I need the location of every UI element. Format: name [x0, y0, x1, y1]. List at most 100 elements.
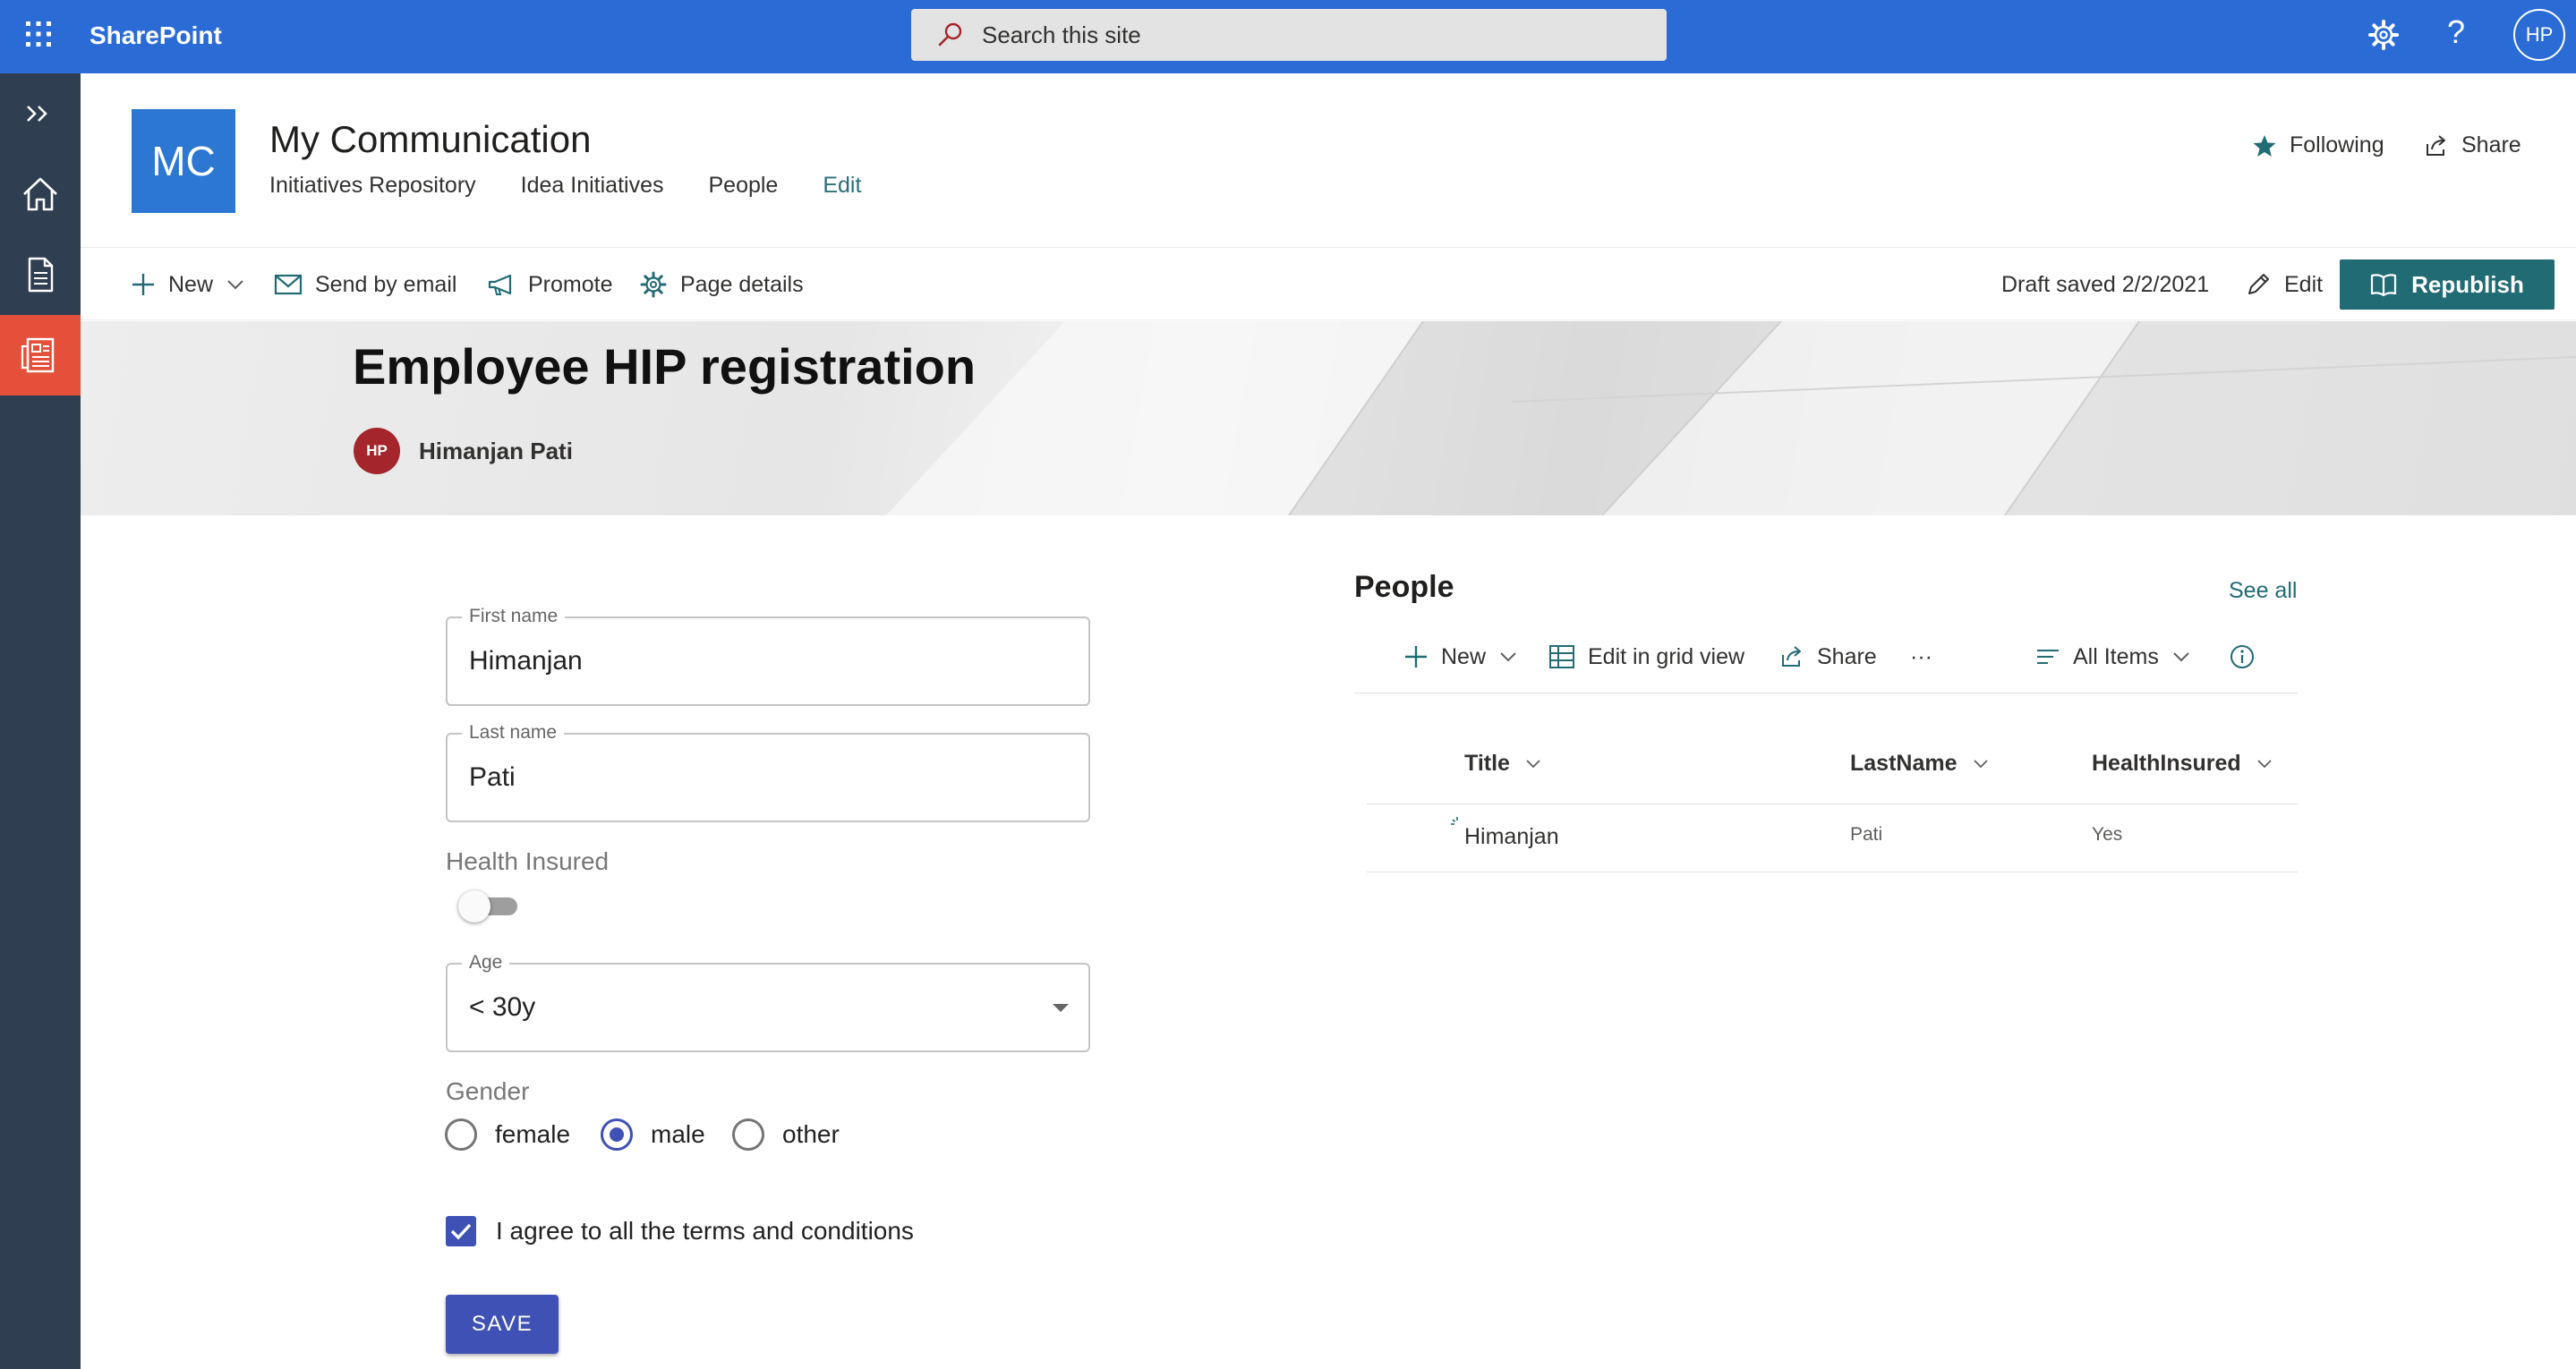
app-bar [0, 73, 81, 1369]
gender-radio-other[interactable]: other [732, 1118, 840, 1151]
see-all-link[interactable]: See all [2229, 576, 2297, 605]
toggle-knob [458, 890, 490, 923]
plus-icon [1403, 644, 1429, 669]
column-header-label: HealthInsured [2092, 751, 2241, 776]
chevron-down-icon [2256, 755, 2273, 773]
page-details-button[interactable]: Page details [639, 248, 804, 321]
health-insured-toggle[interactable] [458, 890, 521, 923]
column-header-title[interactable]: Title [1464, 751, 1542, 777]
nav-link-initiatives-repository[interactable]: Initiatives Repository [269, 170, 476, 200]
terms-checkbox[interactable]: I agree to all the terms and conditions [446, 1216, 914, 1246]
plus-icon [131, 272, 156, 297]
site-navigation: Initiatives Repository Idea Initiatives … [269, 170, 861, 200]
terms-label: I agree to all the terms and conditions [496, 1217, 914, 1245]
page-command-bar: New Send by email Promote Page details D… [81, 247, 2576, 320]
book-icon [2370, 273, 2397, 296]
promote-button[interactable]: Promote [487, 248, 612, 321]
author-avatar[interactable]: HP [354, 428, 400, 474]
share-site-button[interactable]: Share [2424, 132, 2521, 158]
age-select[interactable]: Age < 30y [446, 950, 1090, 1052]
draft-status: Draft saved 2/2/2021 [2001, 272, 2210, 297]
following-label: Following [2290, 132, 2384, 157]
nav-link-people[interactable]: People [708, 170, 778, 200]
following-button[interactable]: Following [2252, 132, 2384, 158]
chevron-down-icon [2171, 647, 2191, 667]
list-new-label: New [1441, 643, 1487, 669]
column-header-lastname[interactable]: LastName [1850, 751, 1990, 777]
checkbox-checked-icon [446, 1216, 476, 1246]
edit-page-button[interactable]: Edit [2245, 248, 2323, 321]
star-icon [2252, 133, 2277, 158]
column-header-label: Title [1464, 751, 1510, 776]
more-options-icon: ··· [1910, 643, 1932, 669]
home-icon[interactable] [0, 154, 81, 234]
republish-button[interactable]: Republish [2340, 259, 2555, 310]
view-lines-icon [2035, 646, 2060, 667]
news-icon[interactable] [0, 315, 81, 395]
list-share-label: Share [1817, 643, 1877, 669]
last-name-value: Pati [469, 762, 516, 792]
last-name-field[interactable]: Last name Pati [446, 720, 1090, 822]
page-details-label: Page details [680, 271, 804, 297]
settings-gear-icon[interactable] [2367, 18, 2401, 52]
expand-icon[interactable] [0, 73, 81, 154]
gender-option-label: female [495, 1120, 571, 1148]
page-title: Employee HIP registration [353, 338, 977, 395]
share-label: Share [2461, 132, 2521, 157]
share-icon [2424, 133, 2449, 158]
chevron-down-icon [1972, 755, 1990, 773]
new-item-sparkle-icon [1450, 816, 1464, 830]
health-insured-label: Health Insured [446, 847, 610, 875]
mail-icon [274, 273, 303, 296]
gender-radio-male[interactable]: male [601, 1118, 705, 1151]
edit-in-grid-view-button[interactable]: Edit in grid view [1548, 639, 1744, 675]
send-by-email-button[interactable]: Send by email [274, 248, 456, 321]
search-box[interactable]: Search this site [911, 9, 1667, 61]
first-name-field[interactable]: First name Himanjan [446, 604, 1090, 706]
republish-label: Republish [2411, 270, 2524, 298]
cell-healthinsured: Yes [2092, 824, 2123, 845]
more-options-button[interactable]: ··· [1910, 639, 1932, 675]
suite-bar: SharePoint Search this site ? HP [0, 0, 2576, 73]
nav-edit-link[interactable]: Edit [823, 170, 861, 200]
waffle-icon[interactable] [23, 19, 54, 49]
gender-label: Gender [446, 1077, 530, 1105]
site-logo[interactable]: MC [132, 109, 235, 213]
cell-lastname: Pati [1850, 824, 1883, 845]
age-value: < 30y [469, 992, 536, 1022]
new-button[interactable]: New [131, 248, 245, 321]
share-icon [1779, 644, 1804, 669]
cell-title[interactable]: Himanjan [1464, 821, 1559, 852]
gender-option-label: other [782, 1120, 840, 1148]
list-share-button[interactable]: Share [1779, 639, 1877, 675]
dropdown-arrow-icon [1053, 1004, 1069, 1012]
column-header-healthinsured[interactable]: HealthInsured [2092, 751, 2273, 777]
send-by-email-label: Send by email [315, 271, 457, 297]
author-name[interactable]: Himanjan Pati [419, 435, 573, 467]
view-selector[interactable]: All Items [2035, 639, 2191, 675]
gender-radio-female[interactable]: female [445, 1118, 570, 1151]
save-button[interactable]: SAVE [446, 1295, 559, 1354]
view-selector-label: All Items [2073, 643, 2159, 669]
chevron-down-icon [1498, 647, 1518, 667]
app-name[interactable]: SharePoint [90, 0, 222, 73]
info-icon[interactable] [2229, 639, 2256, 675]
radio-circle [445, 1118, 477, 1151]
chevron-down-icon [226, 275, 245, 294]
list-new-button[interactable]: New [1403, 639, 1518, 675]
people-list-title[interactable]: People [1354, 567, 1454, 607]
help-icon[interactable]: ? [2447, 14, 2465, 50]
column-header-label: LastName [1850, 751, 1958, 776]
search-placeholder: Search this site [982, 21, 1141, 48]
user-avatar[interactable]: HP [2513, 9, 2565, 61]
nav-link-idea-initiatives[interactable]: Idea Initiatives [521, 170, 664, 200]
radio-circle-selected [601, 1118, 633, 1151]
edit-label: Edit [2284, 271, 2324, 297]
gender-option-label: male [651, 1120, 705, 1148]
pencil-icon [2245, 271, 2272, 298]
edit-in-grid-view-label: Edit in grid view [1588, 643, 1745, 669]
site-title[interactable]: My Communication [269, 115, 591, 165]
promote-label: Promote [528, 271, 613, 297]
grid-icon [1548, 643, 1575, 670]
page-icon[interactable] [0, 234, 81, 315]
